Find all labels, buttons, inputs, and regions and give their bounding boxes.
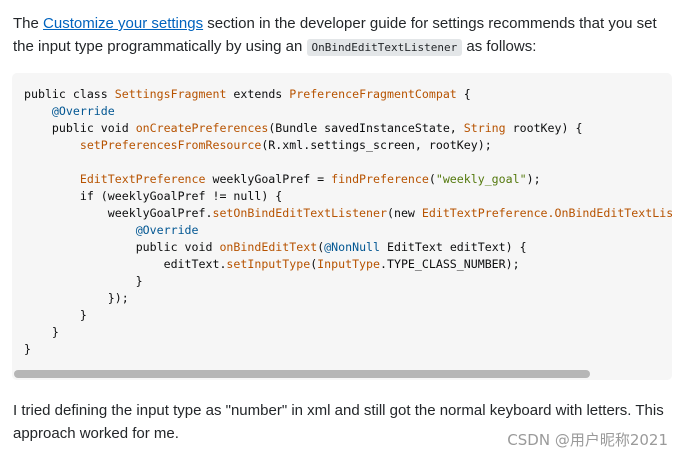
code-token: setPreferencesFromResource	[79, 138, 262, 152]
code-token: }	[24, 308, 87, 322]
code-line: }	[24, 325, 59, 339]
code-line: weeklyGoalPref.setOnBindEditTextListener…	[24, 206, 672, 220]
code-token: String	[463, 121, 506, 135]
code-token: extends	[233, 87, 290, 101]
code-token: ) {	[261, 189, 283, 203]
code-token: @Override	[135, 223, 199, 237]
code-token: (weeklyGoalPref !=	[93, 189, 234, 203]
scrollbar-thumb[interactable]	[14, 370, 590, 378]
code-token: @Override	[51, 104, 115, 118]
code-token: });	[24, 291, 129, 305]
code-line: });	[24, 291, 129, 305]
code-line: public class SettingsFragment extends Pr…	[24, 87, 471, 101]
code-token: PreferenceFragmentCompat	[289, 87, 457, 101]
code-token: findPreference	[331, 172, 429, 186]
code-token: (Bundle savedInstanceState,	[268, 121, 464, 135]
code-viewport: public class SettingsFragment extends Pr…	[24, 86, 672, 358]
code-line: editText.setInputType(InputType.TYPE_CLA…	[24, 257, 520, 271]
intro-text-after: as follows:	[462, 38, 537, 55]
code-token: }	[24, 342, 31, 356]
code-token: weeklyGoalPref =	[205, 172, 332, 186]
code-line: }	[24, 342, 31, 356]
code-token: }	[24, 325, 59, 339]
code-line: }	[24, 274, 143, 288]
code-token: weeklyGoalPref.	[24, 206, 213, 220]
code-token: InputType	[317, 257, 380, 271]
code-token: {	[456, 87, 471, 101]
code-token: );	[526, 172, 541, 186]
code-token: onCreatePreferences	[135, 121, 269, 135]
code-snippet: public class SettingsFragment extends Pr…	[24, 86, 672, 358]
horizontal-scrollbar[interactable]	[12, 368, 672, 380]
code-token: rootKey) {	[505, 121, 583, 135]
code-line: @Override	[24, 104, 115, 118]
intro-text-before: The	[13, 15, 44, 32]
code-line: setPreferencesFromResource(R.xml.setting…	[24, 138, 492, 152]
code-line: public void onBindEditText(@NonNull Edit…	[24, 240, 527, 254]
code-line: public void onCreatePreferences(Bundle s…	[24, 121, 583, 135]
code-token: SettingsFragment	[114, 87, 234, 101]
watermark: CSDN @用户昵称2021	[507, 431, 668, 449]
code-token: (	[428, 172, 436, 186]
code-token: @NonNull	[324, 240, 381, 254]
code-token: setInputType	[226, 257, 311, 271]
code-line: @Override	[24, 223, 199, 237]
code-token: EditTextPreference	[79, 172, 206, 186]
code-token: public void	[135, 240, 220, 254]
code-token: public class	[24, 87, 115, 101]
customize-settings-link[interactable]: Customize your settings	[43, 15, 203, 32]
code-token: EditTextPreference.OnBindEditTextListene…	[421, 206, 672, 220]
code-token: (	[386, 206, 394, 220]
code-token: public void	[51, 121, 136, 135]
code-token: null	[233, 189, 262, 203]
inline-code-listener: OnBindEditTextListener	[306, 39, 463, 56]
code-token: }	[24, 274, 143, 288]
code-token: (R.xml.settings_screen, rootKey);	[261, 138, 492, 152]
code-line: if (weeklyGoalPref != null) {	[24, 189, 282, 203]
code-token: .TYPE_CLASS_NUMBER);	[380, 257, 520, 271]
intro-paragraph: The Customize your settings section in t…	[13, 12, 673, 59]
code-line: }	[24, 308, 87, 322]
code-line: EditTextPreference weeklyGoalPref = find…	[24, 172, 541, 186]
code-token: editText.	[24, 257, 227, 271]
code-token: setOnBindEditTextListener	[212, 206, 387, 220]
code-block: public class SettingsFragment extends Pr…	[12, 73, 672, 380]
code-token: if	[79, 189, 94, 203]
code-token: new	[393, 206, 422, 220]
code-token: EditText editText) {	[380, 240, 527, 254]
code-token: "weekly_goal"	[435, 172, 527, 186]
code-token: onBindEditText	[219, 240, 318, 254]
